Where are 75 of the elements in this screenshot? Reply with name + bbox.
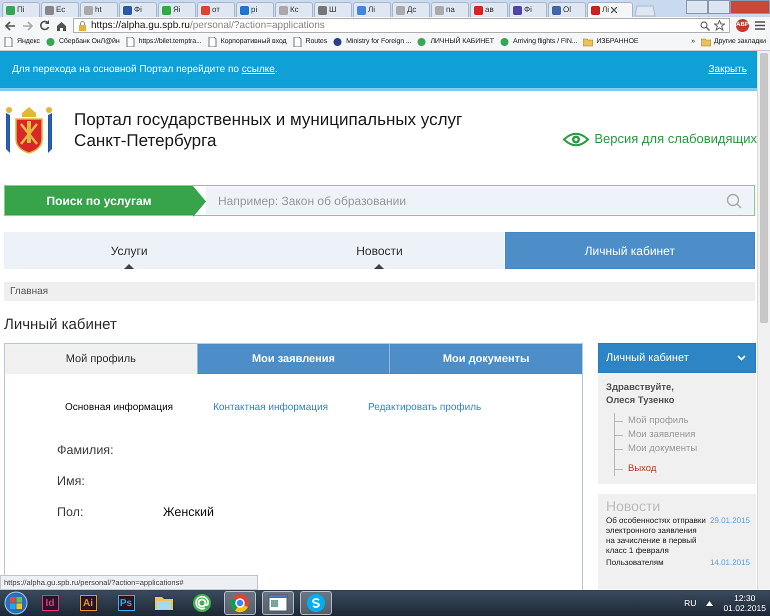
portal-title: Портал государственных и муниципальных услуг Санкт-Петербурга: [74, 109, 462, 151]
news-date: 14.01.2015: [710, 558, 750, 568]
news-link[interactable]: Пользователям: [606, 558, 664, 568]
browser-tab[interactable]: Ol: [548, 2, 586, 17]
show-hidden-icons-icon[interactable]: [706, 600, 714, 606]
sidebar-header[interactable]: Личный кабинет: [598, 343, 756, 373]
greeting: Здравствуйте, Олеся Тузенко: [606, 381, 676, 407]
back-icon[interactable]: [5, 20, 16, 30]
menu-icon[interactable]: [755, 21, 765, 30]
browser-tab[interactable]: ht: [80, 2, 118, 17]
profile-tab[interactable]: Мой профиль: [5, 344, 197, 374]
browser-tab[interactable]: па: [431, 2, 469, 17]
browser-tab[interactable]: Фі: [509, 2, 547, 17]
nav-tab[interactable]: Услуги: [4, 232, 254, 269]
browser-tab[interactable]: pi: [236, 2, 274, 17]
news-date: 29.01.2015: [710, 516, 750, 527]
browser-tab[interactable]: Яі: [158, 2, 196, 17]
star-icon[interactable]: [714, 20, 725, 31]
breadcrumb-link[interactable]: Главная: [10, 284, 48, 299]
skype-icon: [306, 593, 326, 613]
submenu-marker-icon: [124, 264, 134, 269]
address-bar[interactable]: https://alpha.gu.spb.ru/personal/?action=applications: [73, 18, 730, 33]
browser-logo-icon: [230, 593, 250, 613]
field-value: Женский: [163, 504, 214, 522]
field-label: Имя:: [57, 473, 86, 490]
emblem-icon: [333, 37, 344, 47]
browser-tab[interactable]: Фі: [119, 2, 157, 17]
page-icon: [4, 37, 14, 47]
browser-tab[interactable]: Пі: [2, 2, 40, 17]
page-heading: Личный кабинет: [4, 315, 118, 335]
at-sign-icon: [192, 593, 212, 613]
profile-subtab[interactable]: Редактировать профиль: [368, 400, 482, 415]
taskbar-app[interactable]: [300, 591, 332, 615]
language-indicator[interactable]: RU: [684, 596, 696, 610]
browser-tab[interactable]: от: [197, 2, 235, 17]
browser-tab[interactable]: ав: [470, 2, 508, 17]
taskbar-app[interactable]: [262, 591, 294, 615]
browser-tab[interactable]: Дс: [392, 2, 430, 17]
banner-message: Для перехода на основной Портал перейдите по ссылке.: [12, 63, 278, 77]
page-icon: [292, 37, 303, 47]
nav-tab[interactable]: Новости: [254, 232, 505, 269]
zoom-icon[interactable]: [700, 20, 710, 30]
start-button[interactable]: [4, 591, 28, 615]
profile-subtab[interactable]: Контактная информация: [213, 400, 328, 415]
lock-icon: [78, 20, 87, 30]
clock[interactable]: 12:30 01.02.2015: [723, 593, 766, 613]
page-icon: [208, 37, 218, 47]
site-icon: [46, 37, 56, 47]
eye-icon: [563, 132, 590, 146]
folder-icon: [583, 37, 594, 47]
submenu-marker-icon: [374, 264, 384, 269]
logout-link[interactable]: Выход: [628, 462, 656, 476]
taskbar-app[interactable]: Id: [34, 591, 66, 615]
browser-tab[interactable]: Ш: [314, 2, 352, 17]
browser-tab[interactable]: Лі: [353, 2, 391, 17]
reload-icon[interactable]: [39, 20, 50, 31]
browser-tab[interactable]: Кс: [275, 2, 313, 17]
scrollbar[interactable]: [757, 51, 770, 590]
site-icon: [417, 37, 428, 47]
taskbar-app[interactable]: [224, 591, 256, 615]
page-icon: [126, 37, 136, 47]
chevron-down-icon: [737, 355, 746, 361]
profile-subtab[interactable]: Основная информация: [65, 400, 174, 415]
taskbar-app[interactable]: Ps: [110, 591, 142, 615]
field-label: Фамилия:: [57, 442, 115, 460]
news-link[interactable]: Об особенностях отправки электронного заявления на зачисление в первый класс 1 февраля: [606, 516, 706, 556]
home-icon[interactable]: [56, 20, 67, 30]
taskbar-app[interactable]: Ai: [72, 591, 104, 615]
window-icon: [268, 593, 288, 613]
site-icon: [500, 37, 510, 47]
browser-tab[interactable]: Ес: [41, 2, 79, 17]
field-label: Пол:: [57, 504, 84, 522]
browser-tab[interactable]: Лі: [587, 2, 633, 17]
folder-icon: [700, 37, 711, 47]
close-icon[interactable]: [611, 7, 618, 13]
